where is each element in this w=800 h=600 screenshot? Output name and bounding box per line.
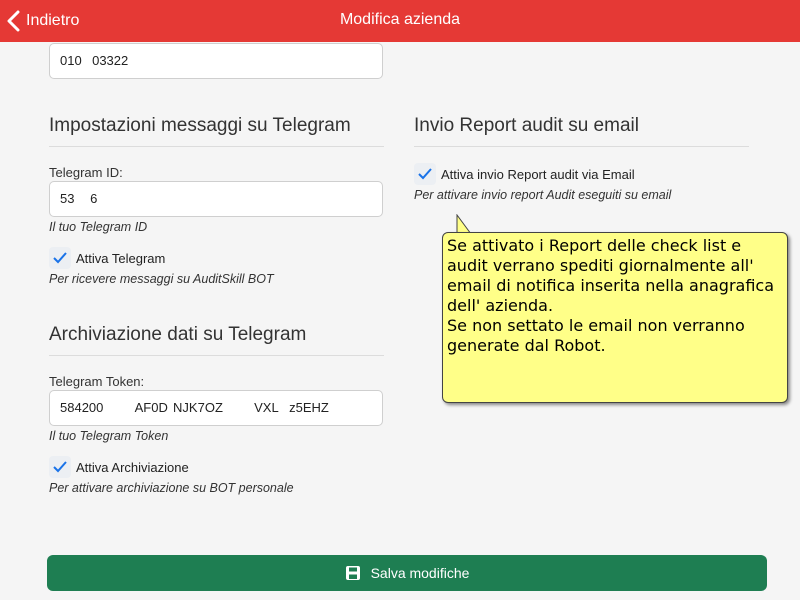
attiva-email-report-checkbox[interactable]: Attiva invio Report audit via Email	[414, 163, 635, 185]
page-title: Modifica azienda	[339, 11, 461, 28]
checkmark-icon	[53, 252, 67, 264]
tooltip-line: dell' azienda.	[447, 296, 554, 315]
attiva-archiviazione-label: Attiva Archiviazione	[76, 459, 189, 475]
telegram-id-input[interactable]: 53 6	[49, 181, 383, 217]
section-title-archiviazione: Archiviazione dati su Telegram	[49, 324, 384, 356]
telegram-id-label: Telegram ID:	[49, 165, 123, 180]
checkmark-icon	[418, 168, 432, 180]
checkmark-icon	[53, 461, 67, 473]
attiva-email-report-label: Attiva invio Report audit via Email	[441, 166, 635, 182]
save-button[interactable]: Salva modifiche	[47, 555, 767, 591]
attiva-archiviazione-hint: Per attivare archiviazione su BOT person…	[49, 481, 294, 495]
checkbox[interactable]	[49, 247, 71, 269]
attiva-telegram-hint: Per ricevere messaggi su AuditSkill BOT	[49, 272, 274, 286]
tooltip-line: audit verrano spediti giornalmente all'	[447, 256, 754, 275]
telegram-token-label: Telegram Token:	[49, 374, 145, 389]
top-app-bar: Indietro Modifica azienda	[0, 0, 800, 42]
attiva-telegram-label: Attiva Telegram	[76, 250, 166, 266]
save-icon	[345, 566, 360, 580]
telegram-token-input[interactable]: 584200 AF0D NJK7OZ VXL z5EHZ	[49, 390, 383, 426]
section-title-email-report: Invio Report audit su email	[414, 115, 749, 147]
checkbox[interactable]	[414, 163, 436, 185]
tooltip-line: generate dal Robot.	[447, 336, 606, 355]
help-tooltip: Se attivato i Report delle check list e …	[442, 232, 788, 403]
tooltip-line: email di notifica inserita nella anagraf…	[447, 276, 774, 295]
attiva-archiviazione-checkbox[interactable]: Attiva Archiviazione	[49, 456, 189, 478]
attiva-telegram-checkbox[interactable]: Attiva Telegram	[49, 247, 165, 269]
telegram-token-hint: Il tuo Telegram Token	[49, 429, 169, 443]
partial-input-field[interactable]: 010 03322	[49, 43, 383, 79]
save-button-label: Salva modifiche	[370, 565, 470, 581]
telegram-id-hint: Il tuo Telegram ID	[49, 220, 148, 234]
tooltip-line: Se non settato le email non verranno	[447, 316, 745, 335]
section-title-telegram: Impostazioni messaggi su Telegram	[49, 115, 384, 147]
attiva-email-report-hint: Per attivare invio report Audit eseguiti…	[414, 188, 672, 202]
checkbox[interactable]	[49, 456, 71, 478]
tooltip-line: Se attivato i Report delle check list e	[447, 236, 742, 255]
